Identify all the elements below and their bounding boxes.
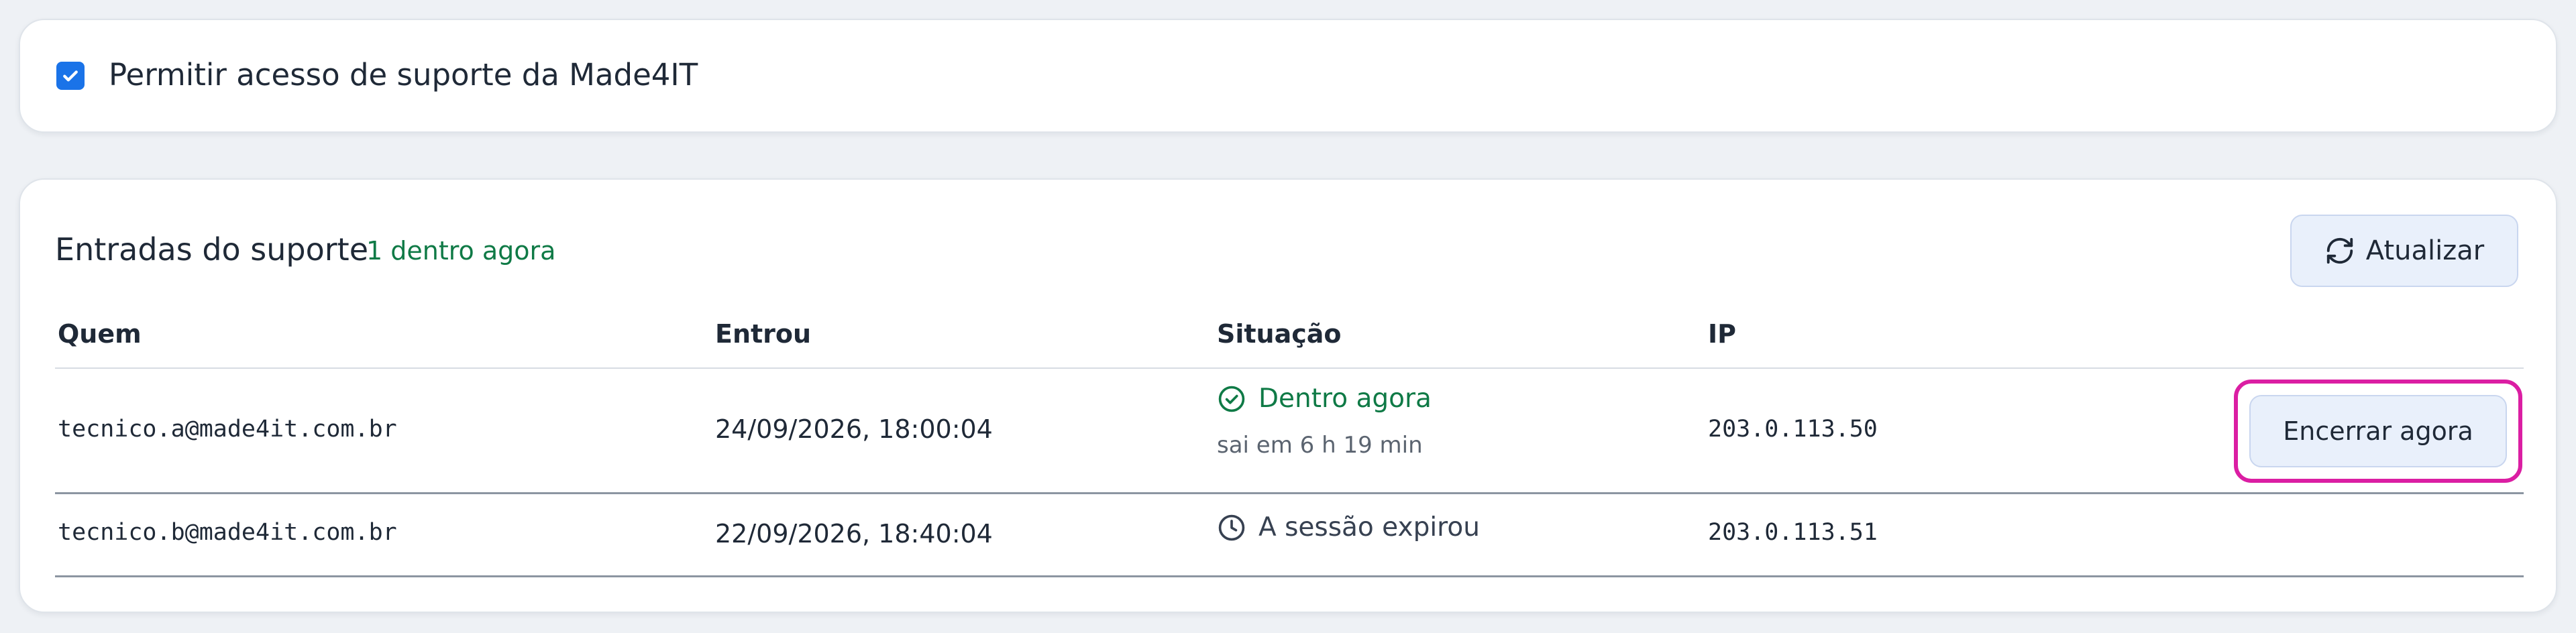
row-status-detail: sai em 6 h 19 min [1217, 432, 1423, 459]
support-access-label[interactable]: Permitir acesso de suporte da Made4IT [109, 55, 698, 95]
checkmark-icon [63, 70, 78, 82]
refresh-button-label: Atualizar [2365, 235, 2485, 266]
support-access-card: Permitir acesso de suporte da Made4IT [19, 19, 2557, 133]
row-who: tecnico.a@made4it.com.br [58, 416, 397, 443]
clock-icon [1218, 514, 1245, 541]
end-session-highlight: Encerrar agora [2234, 380, 2522, 483]
row-status: A sessão expirou [1217, 511, 1480, 544]
table-bottom-divider [55, 575, 2524, 577]
refresh-button[interactable]: Atualizar [2290, 215, 2518, 287]
column-header-entered: Entrou [715, 319, 812, 349]
row-status-label: A sessão expirou [1258, 512, 1480, 542]
column-header-ip: IP [1708, 319, 1736, 349]
end-session-button[interactable]: Encerrar agora [2249, 395, 2507, 467]
section-title: Entradas do suporte [55, 231, 369, 268]
support-access-checkbox[interactable] [56, 62, 85, 90]
row-ip: 203.0.113.50 [1708, 416, 1878, 443]
row-who: tecnico.b@made4it.com.br [58, 519, 397, 546]
refresh-icon [2326, 237, 2353, 264]
row-status: Dentro agora sai em 6 h 19 min [1217, 382, 1432, 460]
row-status-label: Dentro agora [1258, 384, 1432, 414]
column-header-status: Situação [1217, 319, 1342, 349]
row-entered: 22/09/2026, 18:40:04 [715, 519, 993, 549]
row-entered: 24/09/2026, 18:00:04 [715, 414, 993, 444]
support-entries-card: Entradas do suporte 1 dentro agora Atual… [19, 178, 2557, 613]
row-divider [55, 492, 2524, 494]
check-circle-icon [1218, 386, 1245, 412]
active-count-badge: 1 dentro agora [366, 236, 556, 266]
header-divider [55, 367, 2524, 369]
row-ip: 203.0.113.51 [1708, 519, 1878, 546]
column-header-who: Quem [58, 319, 142, 349]
